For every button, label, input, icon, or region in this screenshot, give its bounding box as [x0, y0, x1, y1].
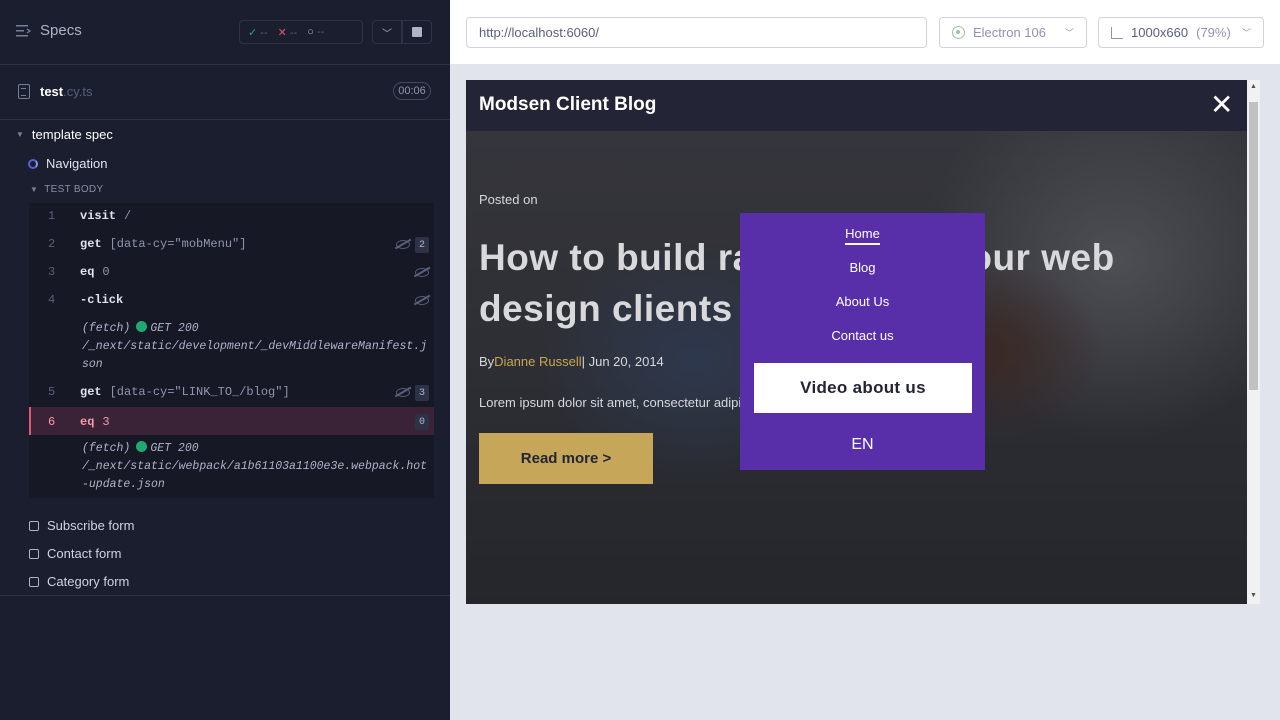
collapse-button[interactable]: ﹀ — [372, 20, 402, 44]
pending-square-icon — [29, 548, 39, 559]
stop-icon — [412, 27, 422, 37]
command-row[interactable]: 3 eq 0 — [29, 265, 434, 285]
menu-link-about[interactable]: About Us — [740, 294, 985, 309]
element-count-badge: 3 — [415, 385, 429, 401]
command-row[interactable]: 5 get [data-cy="LINK_TO_/blog"] 3 — [29, 385, 434, 405]
element-count-badge: 2 — [415, 237, 429, 253]
posted-on: Posted on — [479, 192, 538, 207]
command-row[interactable]: 1 visit / — [29, 209, 434, 229]
command-number: 6 — [48, 415, 56, 429]
read-more-button[interactable]: Read more > — [479, 433, 653, 484]
author-link[interactable]: Dianne Russell — [494, 354, 581, 369]
app-preview: Modsen Client Blog ✕ Posted on How to bu… — [466, 80, 1247, 604]
menu-link-blog[interactable]: Blog — [740, 260, 985, 275]
specs-button[interactable]: Specs — [16, 22, 82, 39]
element-count-badge: 0 — [415, 414, 429, 430]
chevron-down-icon: ﹀ — [382, 28, 392, 40]
close-menu-icon[interactable]: ✕ — [1210, 91, 1233, 119]
pending-square-icon — [29, 576, 39, 587]
scroll-up-icon[interactable]: ▲ — [1250, 83, 1257, 90]
command-name: get [data-cy="mobMenu"] — [80, 237, 247, 251]
check-icon: ✓ — [248, 26, 258, 39]
aut-header: http://localhost:6060/ Electron 106 ﹀ 10… — [450, 0, 1280, 64]
hidden-eye-icon — [415, 296, 429, 305]
browser-selector[interactable]: Electron 106 ﹀ — [939, 17, 1087, 48]
fetch-url: /_next/static/development/_devMiddleware… — [82, 340, 428, 371]
test-subscribe-form[interactable]: Subscribe form — [29, 518, 134, 533]
mobile-menu: Home Blog About Us Contact us Video abou… — [740, 213, 985, 470]
caret-down-icon: ▼ — [16, 130, 24, 139]
command-name: visit / — [80, 209, 132, 223]
menu-link-contact[interactable]: Contact us — [740, 328, 985, 343]
status-dot-icon — [136, 441, 148, 452]
fetch-log[interactable]: (fetch) GET 200 /_next/static/development… — [82, 320, 432, 374]
spec-duration: 00:06 — [393, 82, 431, 100]
fetch-log[interactable]: (fetch) GET 200 /_next/static/webpack/a1b… — [82, 440, 432, 494]
command-number: 3 — [48, 265, 56, 279]
command-row[interactable]: 4 -click — [29, 293, 434, 313]
viewport-info[interactable]: 1000x660 (79%) ﹀ — [1098, 17, 1264, 48]
command-number: 2 — [48, 237, 56, 251]
ruler-icon — [1111, 26, 1123, 39]
command-row[interactable]: 2 get [data-cy="mobMenu"] 2 — [29, 237, 434, 257]
menu-link-home[interactable]: Home — [740, 226, 985, 245]
site-logo[interactable]: Modsen Client Blog — [479, 94, 656, 116]
failed-stat: ✕ -- — [277, 26, 298, 39]
scroll-down-icon[interactable]: ▼ — [1250, 592, 1257, 599]
command-name: eq 0 — [80, 265, 110, 279]
command-row-failed[interactable]: 6 eq 3 0 — [29, 407, 434, 435]
fetch-url: /_next/static/webpack/a1b61103a1100e3e.w… — [82, 460, 428, 491]
divider — [0, 595, 450, 596]
site-header: Modsen Client Blog ✕ — [466, 80, 1247, 131]
caret-down-icon: ▼ — [30, 185, 39, 194]
test-contact-form[interactable]: Contact form — [29, 546, 121, 561]
spec-file-row[interactable]: test.cy.ts 00:06 — [0, 65, 450, 120]
command-name: eq 3 — [80, 415, 110, 429]
command-number: 1 — [48, 209, 56, 223]
cross-icon: ✕ — [277, 26, 287, 39]
command-list: 1 visit/ 2 get [data-cy="mobMenu"] 2 3 eq… — [29, 203, 434, 498]
test-stats: ✓ -- ✕ -- ○ -- — [239, 20, 363, 44]
url-field[interactable]: http://localhost:6060/ — [466, 17, 927, 48]
post-excerpt: Lorem ipsum dolor sit amet, consectetur … — [479, 395, 749, 410]
scroll-thumb[interactable] — [1249, 102, 1258, 390]
suite-title[interactable]: ▼ template spec — [16, 127, 113, 142]
test-body-label[interactable]: ▼ TEST BODY — [30, 184, 103, 195]
post-byline: ByDianne Russell| Jun 20, 2014 — [479, 354, 664, 369]
video-about-us-button[interactable]: Video about us — [754, 363, 972, 413]
command-name: -click — [80, 293, 124, 307]
specs-label: Specs — [40, 22, 82, 39]
pending-square-icon — [29, 520, 39, 531]
document-icon — [18, 84, 30, 99]
preview-scrollbar[interactable]: ▲ ▼ — [1247, 80, 1260, 604]
reporter-header: Specs ✓ -- ✕ -- ○ -- ﹀ — [0, 0, 450, 65]
running-test[interactable]: Navigation — [28, 156, 107, 171]
electron-icon — [952, 26, 965, 39]
spec-file-name: test.cy.ts — [40, 84, 93, 99]
hidden-eye-icon — [415, 268, 429, 277]
command-number: 5 — [48, 385, 56, 399]
language-switch[interactable]: EN — [740, 436, 985, 454]
command-number: 4 — [48, 293, 56, 307]
chevron-down-icon: ﹀ — [1064, 28, 1074, 38]
list-icon — [16, 24, 32, 36]
command-name: get [data-cy="LINK_TO_/blog"] — [80, 385, 290, 399]
hidden-eye-icon — [396, 388, 410, 397]
passed-stat: ✓ -- — [248, 26, 268, 39]
chevron-down-icon: ﹀ — [1241, 28, 1251, 38]
hidden-eye-icon — [396, 240, 410, 249]
command-log-panel: Specs ✓ -- ✕ -- ○ -- ﹀ test.cy.ts 00:06 … — [0, 0, 450, 720]
spinner-icon: ○ — [307, 26, 314, 38]
running-spinner-icon — [28, 158, 38, 169]
status-dot-icon — [136, 321, 148, 332]
pending-stat: ○ -- — [307, 26, 325, 38]
test-category-form[interactable]: Category form — [29, 574, 129, 589]
stop-button[interactable] — [402, 20, 432, 44]
